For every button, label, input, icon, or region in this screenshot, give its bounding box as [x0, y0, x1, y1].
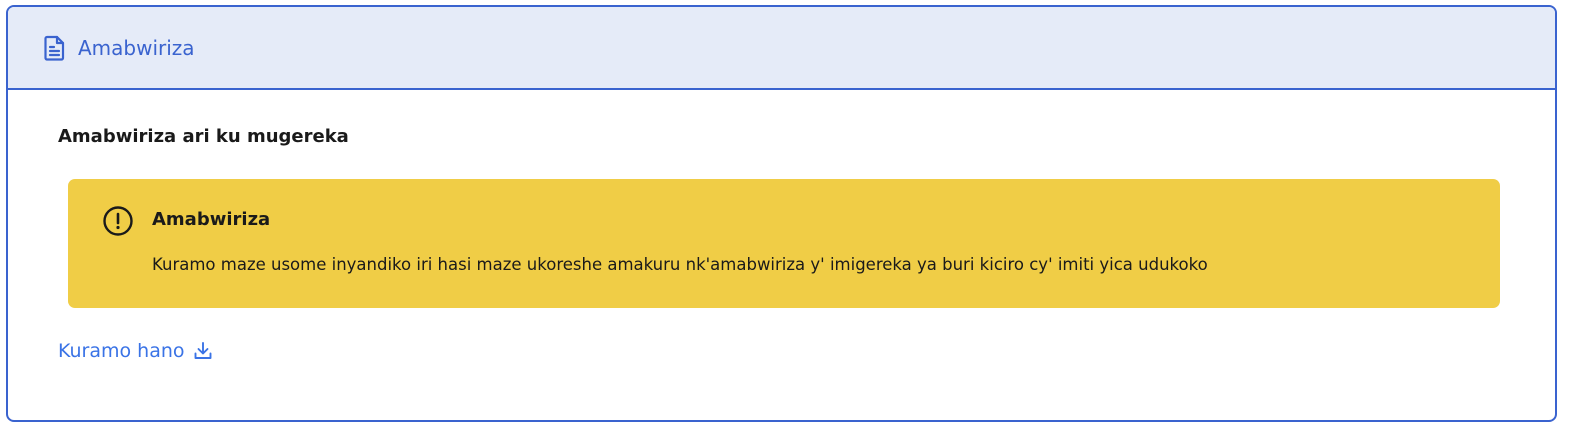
card-header: Amabwiriza: [8, 7, 1555, 90]
instructions-card: Amabwiriza Amabwiriza ari ku mugereka Am…: [6, 5, 1557, 422]
download-icon: [193, 341, 213, 361]
alert-message: Kuramo maze usome inyandiko iri hasi maz…: [152, 255, 1208, 274]
alert-title: Amabwiriza: [152, 209, 271, 230]
card-title: Amabwiriza: [78, 35, 195, 60]
download-link-label: Kuramo hano: [58, 340, 185, 362]
document-icon: [42, 35, 68, 61]
download-link[interactable]: Kuramo hano: [58, 340, 213, 362]
warning-alert: Amabwiriza Kuramo maze usome inyandiko i…: [68, 179, 1500, 308]
section-subtitle: Amabwiriza ari ku mugereka: [58, 126, 349, 147]
exclamation-circle-icon: [102, 205, 134, 237]
